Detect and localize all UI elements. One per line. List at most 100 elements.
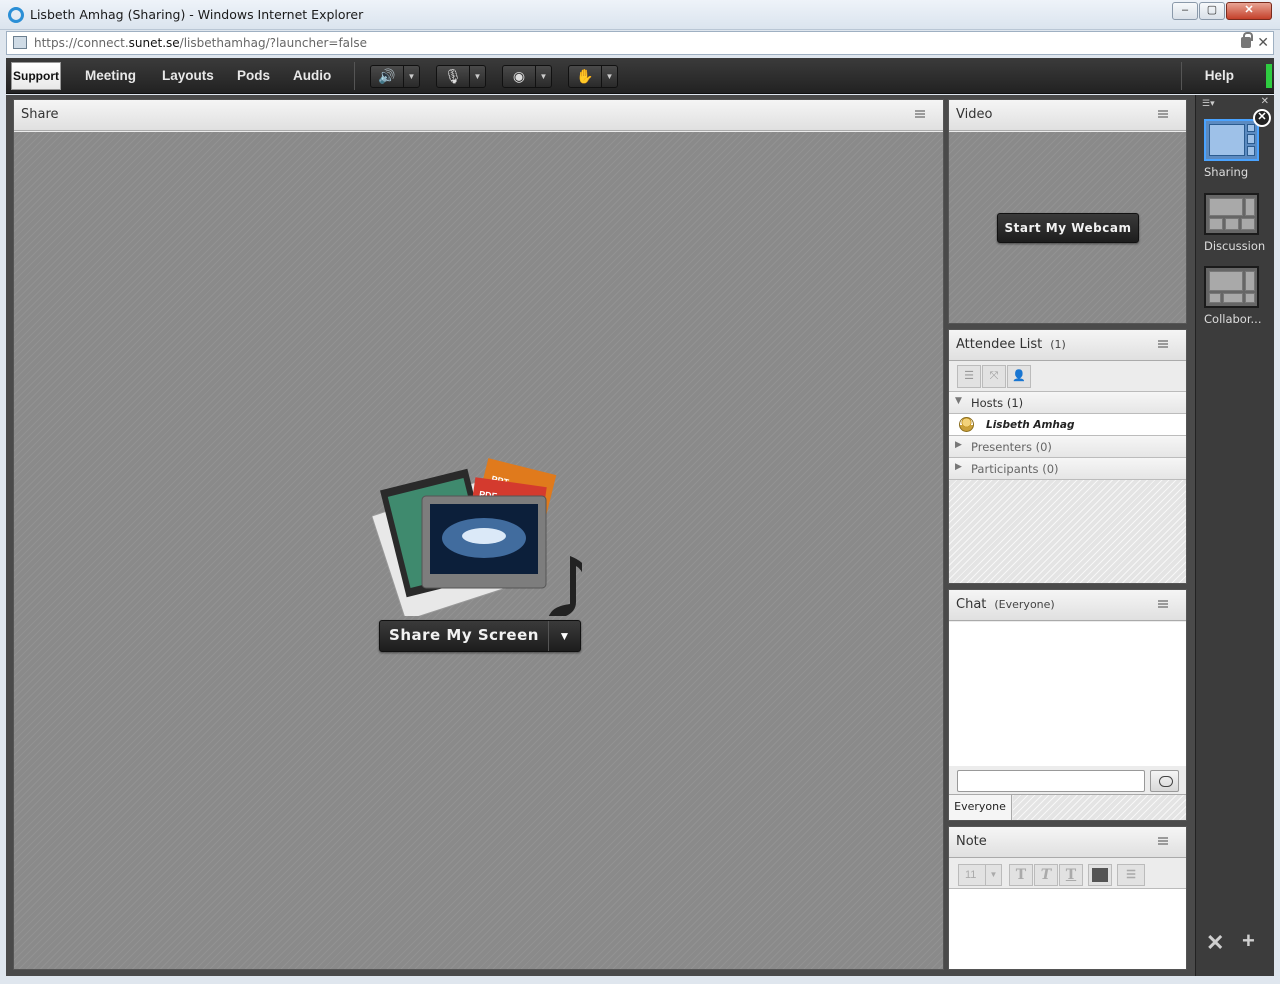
pod-title: Attendee List (1): [956, 337, 1066, 352]
chat-pod-header: Chat (Everyone): [949, 590, 1186, 621]
underline-button[interactable]: T: [1059, 864, 1083, 886]
video-pod-header: Video: [949, 100, 1186, 131]
webcam-button[interactable]: ◉ ▼: [502, 65, 552, 88]
attendee-pod-header: Attendee List (1): [949, 330, 1186, 361]
menu-audio[interactable]: Audio: [293, 68, 331, 83]
raise-hand-button[interactable]: ✋ ▼: [568, 65, 618, 88]
chat-input-row: [949, 766, 1186, 794]
pod-options-icon[interactable]: [1158, 836, 1176, 848]
pod-options-icon[interactable]: [915, 109, 933, 121]
layouts-menu-icon[interactable]: ☰▾: [1202, 98, 1215, 109]
list-view-icon[interactable]: ☰: [957, 365, 981, 388]
close-icon[interactable]: ✕: [1257, 34, 1269, 51]
chevron-down-icon[interactable]: ▼: [601, 66, 617, 87]
note-pod-header: Note: [949, 827, 1186, 858]
group-participants[interactable]: ▶ Participants (0): [949, 458, 1186, 480]
expanded-triangle-icon: ▼: [955, 396, 962, 406]
url-text[interactable]: https://connect.sunet.se/lisbethamhag/?l…: [34, 36, 367, 50]
breakout-icon[interactable]: ⤧: [982, 365, 1006, 388]
minimize-button[interactable]: –: [1172, 2, 1198, 20]
chat-tabs-empty: [1013, 795, 1186, 820]
chat-tabs: Everyone: [949, 794, 1186, 820]
page-icon: [13, 36, 27, 49]
chevron-down-icon[interactable]: ▼: [535, 66, 551, 87]
pod-title: Note: [956, 834, 987, 849]
attendee-status-icon[interactable]: 👤: [1007, 365, 1031, 388]
host-user-icon: [959, 417, 974, 432]
layout-thumbnail: [1204, 119, 1259, 161]
window-titlebar: Lisbeth Amhag (Sharing) - Windows Intern…: [0, 0, 1280, 30]
collapsed-triangle-icon: ▶: [955, 440, 962, 450]
app-menubar: Support Meeting Layouts Pods Audio 🔊 ▼ 🎙…: [6, 58, 1274, 94]
speaker-icon: 🔊: [378, 68, 396, 84]
chat-tab-everyone[interactable]: Everyone: [949, 795, 1012, 820]
pod-options-icon[interactable]: [1158, 599, 1176, 611]
attendee-toolbar: ☰ ⤧ 👤: [949, 362, 1186, 392]
chevron-down-icon[interactable]: ▼: [469, 66, 485, 87]
bullet-list-icon[interactable]: ☰: [1117, 864, 1145, 886]
connection-status-indicator: [1266, 64, 1272, 88]
share-pod: Share PPT PDF: [13, 99, 944, 970]
layout-collaboration[interactable]: Collabor...: [1204, 266, 1262, 326]
pod-options-icon[interactable]: [1158, 109, 1176, 121]
attendee-name: Lisbeth Amhag: [986, 419, 1075, 431]
share-pod-header: Share: [14, 100, 943, 131]
menu-layouts[interactable]: Layouts: [162, 68, 214, 83]
ie-logo-icon: [8, 7, 24, 23]
speaker-button[interactable]: 🔊 ▼: [370, 65, 420, 88]
chevron-down-icon[interactable]: ▼: [403, 66, 419, 87]
share-content-graphic: PPT PDF: [372, 458, 582, 616]
layout-label: Discussion: [1204, 239, 1266, 253]
group-label: Participants (0): [971, 462, 1059, 476]
note-text-area[interactable]: [949, 889, 1186, 969]
pod-options-icon[interactable]: [1158, 339, 1176, 351]
note-pod: Note 11 ▼ T T T ☰: [948, 826, 1187, 970]
menubar-divider: [354, 62, 355, 90]
send-message-icon[interactable]: [1150, 770, 1179, 792]
collapsed-triangle-icon: ▶: [955, 462, 962, 472]
italic-button[interactable]: T: [1034, 864, 1058, 886]
menu-meeting[interactable]: Meeting: [85, 68, 136, 83]
maximize-button[interactable]: ▢: [1199, 2, 1225, 20]
window-title: Lisbeth Amhag (Sharing) - Windows Intern…: [30, 7, 364, 22]
attendee-count: (1): [1050, 338, 1066, 351]
address-bar[interactable]: https://connect.sunet.se/lisbethamhag/?l…: [6, 31, 1274, 55]
layout-label: Collabor...: [1204, 312, 1262, 326]
layout-sharing[interactable]: Sharing: [1204, 119, 1262, 179]
share-my-screen-button[interactable]: Share My Screen ▼: [379, 620, 581, 652]
pod-title: Share: [21, 107, 59, 122]
chat-scope: (Everyone): [994, 598, 1055, 611]
support-logo[interactable]: Support: [11, 62, 61, 90]
chat-input[interactable]: [957, 770, 1145, 792]
layouts-bar: ☰▾ ✕ Sharing Discussion Collabor...: [1195, 95, 1274, 976]
webcam-icon: ◉: [512, 68, 526, 84]
manage-layouts-icon[interactable]: ✕: [1206, 930, 1224, 956]
microphone-button[interactable]: 🎙 ▼: [436, 65, 486, 88]
attendee-row[interactable]: Lisbeth Amhag: [949, 414, 1186, 436]
chat-pod: Chat (Everyone) Everyone: [948, 589, 1187, 821]
bold-button[interactable]: T: [1009, 864, 1033, 886]
chevron-down-icon: ▼: [985, 865, 1001, 885]
close-window-button[interactable]: ✕: [1226, 2, 1272, 20]
close-icon[interactable]: ✕: [1261, 96, 1269, 107]
chevron-down-icon[interactable]: ▼: [548, 621, 580, 651]
pod-title: Video: [956, 107, 993, 122]
group-label: Presenters (0): [971, 440, 1052, 454]
add-layout-icon[interactable]: +: [1242, 928, 1255, 954]
menubar-divider: [1181, 62, 1182, 90]
meeting-stage: Share PPT PDF: [6, 95, 1274, 976]
group-hosts[interactable]: ▼ Hosts (1): [949, 392, 1186, 414]
group-presenters[interactable]: ▶ Presenters (0): [949, 436, 1186, 458]
start-webcam-button[interactable]: Start My Webcam: [997, 213, 1139, 243]
layout-thumbnail: [1204, 193, 1259, 235]
menu-help[interactable]: Help: [1205, 68, 1234, 83]
lock-icon: [1241, 32, 1253, 48]
note-toolbar: 11 ▼ T T T ☰: [949, 859, 1186, 889]
font-size-select[interactable]: 11 ▼: [958, 864, 1002, 886]
video-pod: Video Start My Webcam: [948, 99, 1187, 324]
layout-discussion[interactable]: Discussion: [1204, 193, 1266, 253]
group-label: Hosts (1): [971, 396, 1024, 410]
menu-pods[interactable]: Pods: [237, 68, 270, 83]
delete-layout-icon[interactable]: ✕: [1253, 109, 1271, 127]
text-color-icon[interactable]: [1088, 864, 1112, 886]
